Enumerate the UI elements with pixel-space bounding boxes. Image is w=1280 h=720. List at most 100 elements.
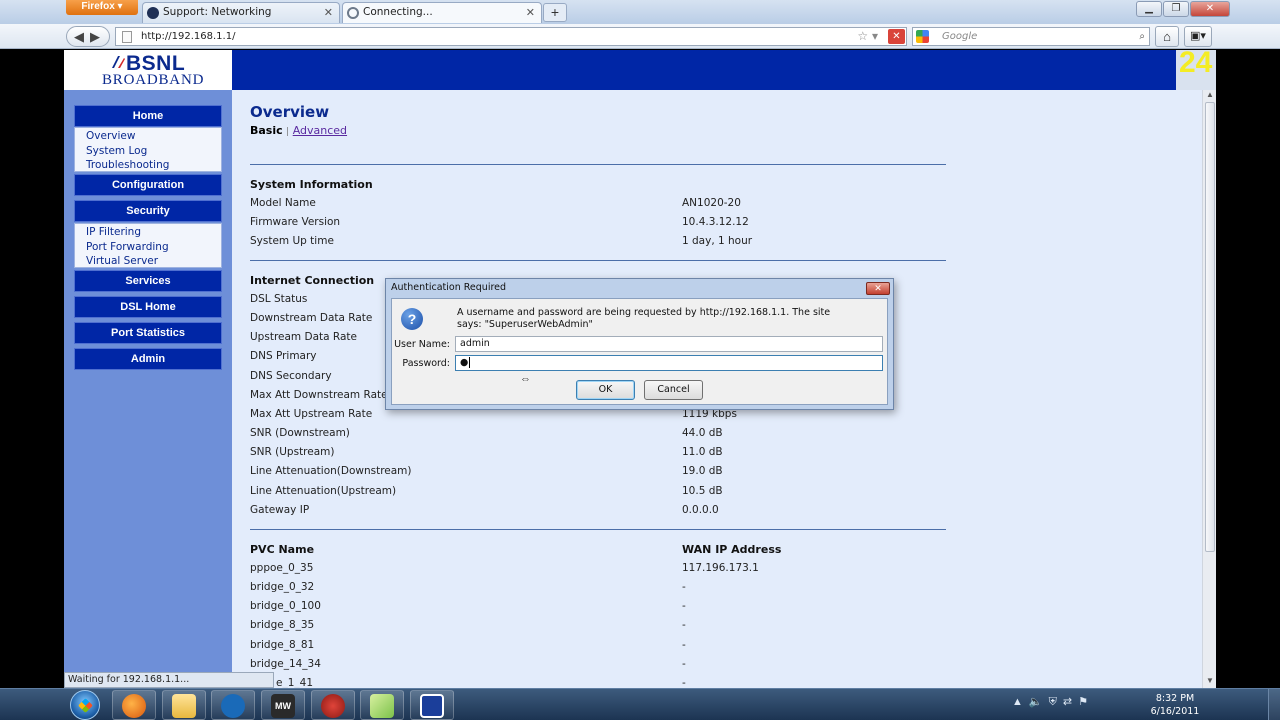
loading-spinner-icon bbox=[347, 7, 359, 19]
wan-ip: - bbox=[682, 677, 686, 688]
status-text: Waiting for 192.168.1.1... bbox=[68, 674, 190, 685]
new-tab-button[interactable]: + bbox=[543, 3, 567, 22]
game-icon: MW bbox=[271, 694, 295, 718]
menu-home[interactable]: Home bbox=[74, 105, 222, 127]
menu-dsl-home[interactable]: DSL Home bbox=[74, 296, 222, 318]
row-value: 0.0.0.0 bbox=[682, 504, 719, 516]
show-desktop-button[interactable] bbox=[1268, 689, 1280, 720]
row-label: SNR (Downstream) bbox=[250, 427, 350, 439]
scrollbar-thumb[interactable] bbox=[1205, 102, 1215, 552]
url-bar[interactable]: http://192.168.1.1/ ☆ ▾ ✕ bbox=[115, 27, 907, 46]
row-label: Gateway IP bbox=[250, 504, 310, 516]
pvc-name: bridge_0_100 bbox=[250, 600, 321, 612]
taskbar-app-7[interactable] bbox=[410, 690, 454, 720]
username-field[interactable]: admin bbox=[455, 336, 883, 352]
scroll-up-icon[interactable]: ▲ bbox=[1206, 90, 1214, 99]
clock-time: 8:32 PM bbox=[1155, 693, 1195, 704]
row-value: 10.5 dB bbox=[682, 485, 723, 497]
menu-port-statistics[interactable]: Port Statistics bbox=[74, 322, 222, 344]
menu-security[interactable]: Security bbox=[74, 200, 222, 222]
wan-ip: 117.196.173.1 bbox=[682, 562, 759, 574]
table-row: bridge_14_34 - bbox=[250, 658, 946, 670]
app-globe-icon bbox=[221, 694, 245, 718]
volume-icon[interactable]: 🔈 bbox=[1029, 696, 1049, 708]
bsnl-logo: BSNL BROADBAND bbox=[64, 50, 232, 90]
minimize-button[interactable]: ▁ bbox=[1136, 1, 1162, 17]
menu-item-virtual-server[interactable]: Virtual Server bbox=[86, 254, 221, 269]
tab-advanced[interactable]: Advanced bbox=[293, 124, 347, 137]
password-value: ● bbox=[460, 357, 469, 368]
menu-item-system-log[interactable]: System Log bbox=[86, 144, 221, 159]
corner-logo: 24 bbox=[1176, 50, 1216, 90]
wan-ip: - bbox=[682, 600, 686, 612]
taskbar-app-5[interactable] bbox=[311, 690, 355, 720]
resize-cursor-icon: ⇔ bbox=[520, 373, 531, 385]
search-input[interactable]: Google ⌕ bbox=[912, 27, 1150, 46]
tab-connecting[interactable]: Connecting... ✕ bbox=[342, 2, 542, 23]
pvc-name-header: PVC Name bbox=[250, 543, 315, 556]
menu-configuration[interactable]: Configuration bbox=[74, 174, 222, 196]
taskbar-app-4[interactable]: MW bbox=[261, 690, 305, 720]
info-row: System Up time 1 day, 1 hour bbox=[250, 235, 946, 247]
firefox-icon bbox=[122, 694, 146, 718]
start-button[interactable] bbox=[70, 690, 100, 720]
flag-icon[interactable]: ⚑ bbox=[1078, 696, 1094, 708]
sidebar: Home Overview System Log Troubleshooting… bbox=[64, 90, 232, 688]
menu-services[interactable]: Services bbox=[74, 270, 222, 292]
tab-support-networking[interactable]: Support: Networking ✕ bbox=[142, 2, 340, 23]
password-label: Password: bbox=[402, 358, 450, 369]
windows-logo-icon bbox=[78, 698, 93, 713]
taskbar: MW ▲🔈⛨⇄⚑ 8:32 PM 6/16/2011 bbox=[0, 688, 1280, 720]
system-clock[interactable]: 8:32 PM 6/16/2011 bbox=[1140, 692, 1210, 718]
angry-bird-icon bbox=[321, 694, 345, 718]
cancel-button[interactable]: Cancel bbox=[644, 380, 703, 400]
row-label: DNS Primary bbox=[250, 350, 317, 362]
tab-label: Support: Networking bbox=[163, 6, 272, 18]
search-icon[interactable]: ⌕ bbox=[1139, 28, 1145, 45]
shield-icon[interactable]: ⛨ bbox=[1049, 696, 1063, 708]
site-favicon-icon bbox=[147, 7, 159, 19]
scroll-down-icon[interactable]: ▼ bbox=[1206, 676, 1214, 685]
info-row: Model Name AN1020-20 bbox=[250, 197, 946, 209]
home-button[interactable]: ⌂ bbox=[1155, 26, 1179, 47]
menu-item-overview[interactable]: Overview bbox=[86, 129, 221, 144]
brand-subtitle: BROADBAND bbox=[102, 72, 205, 88]
row-value: 1 day, 1 hour bbox=[682, 235, 753, 247]
dialog-close-button[interactable]: ✕ bbox=[866, 282, 890, 295]
table-row: bridge_0_32 - bbox=[250, 581, 946, 593]
menu-item-port-forwarding[interactable]: Port Forwarding bbox=[86, 240, 221, 255]
tab-basic[interactable]: Basic bbox=[250, 124, 283, 137]
row-label: Max Att Downstream Rate bbox=[250, 389, 388, 401]
bookmark-star-icon[interactable]: ☆ ▾ bbox=[857, 28, 878, 45]
back-forward-button[interactable]: ◀▶ bbox=[66, 26, 110, 47]
row-label: Line Attenuation(Upstream) bbox=[250, 485, 397, 497]
addon-button[interactable]: ▣▾ bbox=[1184, 26, 1212, 47]
tray-expand-icon[interactable]: ▲ bbox=[1012, 696, 1029, 708]
window-close-button[interactable]: ✕ bbox=[1190, 1, 1230, 17]
taskbar-app-3[interactable] bbox=[211, 690, 255, 720]
auth-dialog: Authentication Required ✕ ? A username a… bbox=[385, 278, 894, 410]
menu-item-troubleshooting[interactable]: Troubleshooting bbox=[86, 158, 221, 173]
menu-admin[interactable]: Admin bbox=[74, 348, 222, 370]
row-value: AN1020-20 bbox=[682, 197, 741, 209]
username-value: admin bbox=[460, 338, 490, 349]
row-label: DSL Status bbox=[250, 293, 308, 305]
taskbar-firefox[interactable] bbox=[112, 690, 156, 720]
vertical-scrollbar[interactable]: ▲ ▼ bbox=[1202, 90, 1216, 688]
tab-close-icon[interactable]: ✕ bbox=[324, 3, 333, 22]
bsnl-swoosh-icon bbox=[112, 56, 125, 68]
network-icon[interactable]: ⇄ bbox=[1063, 696, 1078, 708]
pvc-name: bridge_0_32 bbox=[250, 581, 315, 593]
ok-button[interactable]: OK bbox=[576, 380, 635, 400]
system-information-heading: System Information bbox=[250, 178, 373, 191]
tab-close-icon[interactable]: ✕ bbox=[526, 3, 535, 22]
username-label: User Name: bbox=[394, 339, 450, 350]
stop-icon[interactable]: ✕ bbox=[888, 29, 905, 44]
password-field[interactable]: ● bbox=[455, 355, 883, 371]
taskbar-app-6[interactable] bbox=[360, 690, 404, 720]
firefox-menu-button[interactable]: Firefox ▾ bbox=[66, 0, 138, 15]
menu-item-ip-filtering[interactable]: IP Filtering bbox=[86, 225, 221, 240]
taskbar-explorer[interactable] bbox=[162, 690, 206, 720]
restore-button[interactable]: ❐ bbox=[1163, 1, 1189, 17]
table-row: bridge_0_100 - bbox=[250, 600, 946, 612]
